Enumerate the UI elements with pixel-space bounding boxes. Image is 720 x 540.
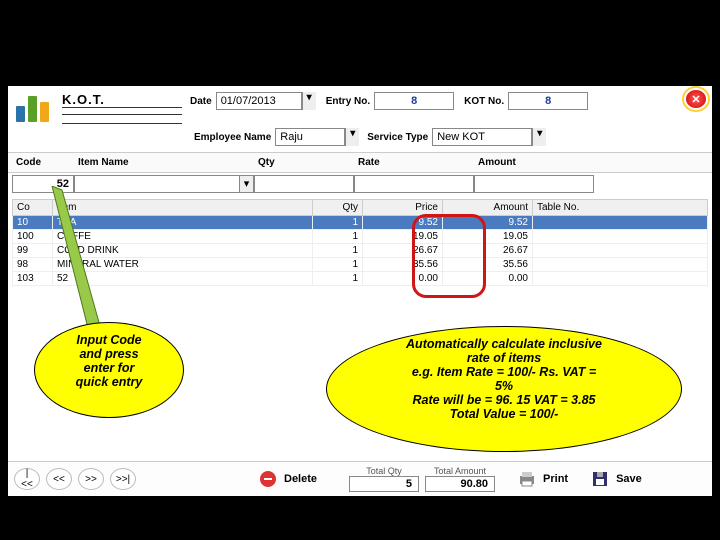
kot-no-label: KOT No.	[464, 96, 504, 107]
col-item: Item Name	[74, 155, 254, 170]
entry-input-row: 52 ▾	[8, 173, 712, 199]
close-button[interactable]: ✕	[684, 88, 708, 110]
entry-header-strip: Code Item Name Qty Rate Amount	[8, 152, 712, 173]
service-type-dropdown[interactable]: ▾	[532, 128, 546, 146]
form-title: K.O.T.	[62, 92, 182, 108]
delete-button[interactable]: Delete	[284, 473, 317, 485]
callout-code-entry: Input Code and press enter for quick ent…	[34, 322, 184, 418]
table-row[interactable]: 100 COFFE 1 19.05 19.05	[13, 230, 708, 244]
entry-no-value: 8	[374, 92, 454, 110]
employee-input[interactable]	[275, 128, 345, 146]
total-amount-label: Total Amount	[425, 466, 495, 476]
th-qty: Qty	[313, 200, 363, 216]
footer-bar: |<< << >> >>| Delete Total Qty 5 Total A…	[8, 461, 712, 496]
date-dropdown[interactable]: ▾	[302, 92, 316, 110]
service-type-input[interactable]	[432, 128, 532, 146]
total-qty-label: Total Qty	[349, 466, 419, 476]
save-button[interactable]: Save	[616, 473, 642, 485]
save-disk-icon	[590, 469, 610, 489]
date-label: Date	[190, 96, 212, 107]
total-qty-value: 5	[349, 476, 419, 492]
col-rate: Rate	[354, 155, 474, 170]
amount-input[interactable]	[474, 175, 594, 193]
printer-icon	[517, 469, 537, 489]
items-table[interactable]: Co Item Qty Price Amount Table No. 10 TE…	[12, 199, 708, 286]
nav-prev-button[interactable]: <<	[46, 468, 72, 490]
table-row[interactable]: 10 TEA 1 9.52 9.52	[13, 216, 708, 230]
employee-label: Employee Name	[194, 132, 271, 143]
rate-input[interactable]	[354, 175, 474, 193]
col-amount: Amount	[474, 155, 594, 170]
form-title-block: K.O.T.	[62, 92, 182, 126]
entry-no-label: Entry No.	[326, 96, 370, 107]
header-row2: Employee Name ▾ Service Type ▾	[8, 128, 712, 152]
table-row[interactable]: 99 COLD DRINK 1 26.67 26.67	[13, 244, 708, 258]
nav-last-button[interactable]: >>|	[110, 468, 136, 490]
col-code: Code	[12, 155, 74, 170]
col-qty: Qty	[254, 155, 354, 170]
price-highlight-circle	[412, 214, 486, 298]
header-row1: K.O.T. Date ▾ Entry No. 8 KOT No. 8	[8, 86, 712, 128]
service-type-label: Service Type	[367, 132, 428, 143]
app-logo-icon	[16, 92, 54, 126]
table-row[interactable]: 103 52 1 0.00 0.00	[13, 272, 708, 286]
delete-icon	[258, 469, 278, 489]
total-amount-value: 90.80	[425, 476, 495, 492]
kot-no-value: 8	[508, 92, 588, 110]
th-table-no: Table No.	[533, 200, 708, 216]
date-input[interactable]	[216, 92, 302, 110]
qty-input[interactable]	[254, 175, 354, 193]
callout-auto-calc: Automatically calculate inclusive rate o…	[326, 326, 682, 452]
nav-first-button[interactable]: |<<	[14, 468, 40, 490]
employee-dropdown[interactable]: ▾	[345, 128, 359, 146]
close-icon: ✕	[691, 93, 700, 106]
item-dropdown[interactable]: ▾	[240, 175, 254, 193]
nav-next-button[interactable]: >>	[78, 468, 104, 490]
callout1-pointer	[42, 186, 112, 336]
print-button[interactable]: Print	[543, 473, 568, 485]
table-row[interactable]: 98 MINERAL WATER 1 35.56 35.56	[13, 258, 708, 272]
